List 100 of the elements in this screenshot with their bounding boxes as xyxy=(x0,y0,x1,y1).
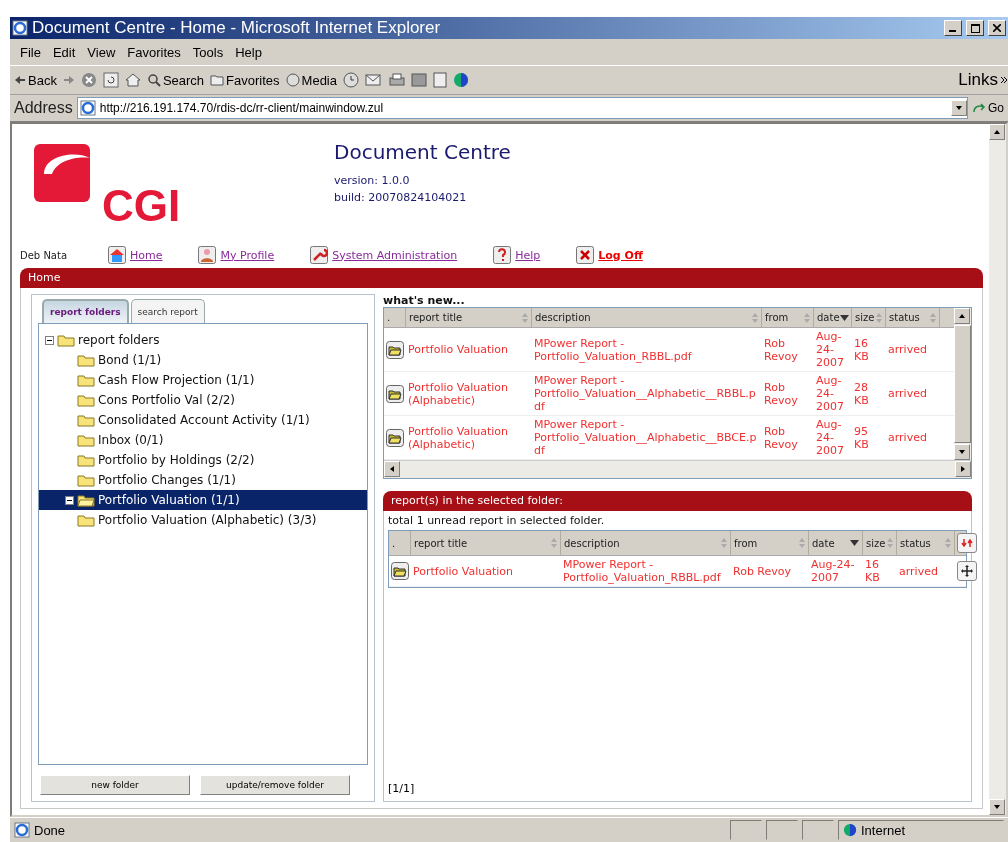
nav-link[interactable]: My Profile xyxy=(198,246,275,264)
column-header[interactable]: description xyxy=(561,531,731,555)
tree-item[interactable]: Cons Portfolio Val (2/2) xyxy=(98,393,236,407)
address-field[interactable]: http://216.191.174.70/rdis-dc/rr-client/mainwindow.zul xyxy=(76,97,968,119)
favorites-button[interactable]: Favorites xyxy=(210,72,280,88)
open-folder-icon[interactable] xyxy=(391,562,409,580)
scroll-up-icon[interactable] xyxy=(958,312,966,320)
open-folder-icon[interactable] xyxy=(386,428,404,447)
table-cell-text: Portfolio Valuation xyxy=(412,563,514,580)
stop-icon[interactable] xyxy=(80,72,97,88)
menu-item[interactable]: View xyxy=(81,44,122,60)
tree-item[interactable]: report folders xyxy=(78,333,160,347)
folder-icon xyxy=(77,353,95,367)
tab[interactable]: report folders xyxy=(42,299,129,323)
menu-item[interactable]: Tools xyxy=(186,44,230,60)
globe-icon[interactable] xyxy=(453,72,469,88)
table-cell-text: MPower Report - Portfolio_Valuation_RBBL.pdf xyxy=(533,335,693,365)
back-arrow-icon xyxy=(14,75,26,85)
sort-descending-icon[interactable] xyxy=(850,540,859,546)
tree-item[interactable]: Cash Flow Projection (1/1) xyxy=(98,373,255,387)
nav-link[interactable]: System Administration xyxy=(310,246,458,264)
menu-item[interactable]: Edit xyxy=(46,44,82,60)
column-header[interactable]: report title xyxy=(406,308,532,327)
move-button[interactable] xyxy=(957,561,977,581)
maximize-button[interactable] xyxy=(966,20,984,36)
vertical-scrollbar[interactable] xyxy=(954,308,971,460)
table-cell-text: MPower Report - Portfolio_Valuation__Alphabetic__BBCE.pdf xyxy=(533,417,758,459)
table-cell-text: arrived xyxy=(887,342,928,358)
tree-item[interactable]: Bond (1/1) xyxy=(98,353,162,367)
column-header[interactable]: date xyxy=(809,531,863,555)
folder-button[interactable]: update/remove folder xyxy=(200,775,350,795)
minimize-button[interactable] xyxy=(944,20,962,36)
column-header[interactable]: status xyxy=(897,531,955,555)
column-header[interactable]: size xyxy=(852,308,886,327)
tree-item[interactable]: Portfolio Valuation (Alphabetic) (3/3) xyxy=(98,513,317,527)
table-cell-text: arrived xyxy=(887,386,928,402)
history-icon[interactable] xyxy=(343,72,359,88)
folder-icon xyxy=(77,413,95,427)
column-header[interactable]: description xyxy=(532,308,762,327)
scroll-down-icon[interactable] xyxy=(958,448,966,456)
menu-item[interactable]: Favorites xyxy=(121,44,187,60)
printer-icon[interactable] xyxy=(389,72,405,88)
column-header[interactable]: status xyxy=(886,308,940,327)
folder-icon xyxy=(77,393,95,407)
table-cell-text: Rob Revoy xyxy=(763,335,799,365)
document-icon[interactable] xyxy=(433,72,447,88)
search-button[interactable]: Search xyxy=(146,72,205,88)
maximize-icon xyxy=(970,23,980,33)
close-icon[interactable] xyxy=(576,246,595,264)
table-cell-text: Rob Revoy xyxy=(732,563,793,580)
refresh-icon[interactable] xyxy=(102,72,119,88)
mail-icon[interactable] xyxy=(365,72,383,88)
tree-item[interactable]: Portfolio by Holdings (2/2) xyxy=(98,453,255,467)
folder-button[interactable]: new folder xyxy=(40,775,190,795)
tree-item[interactable]: Consolidated Account Activity (1/1) xyxy=(98,413,310,427)
dropdown-icon[interactable] xyxy=(955,104,963,112)
nav-link[interactable]: Log Off xyxy=(576,246,643,264)
window-title: Document Centre - Home - Microsoft Internet Explorer xyxy=(32,18,442,38)
scroll-left-icon[interactable] xyxy=(388,465,396,473)
column-header[interactable]: . xyxy=(389,531,411,555)
folder-icon xyxy=(57,333,75,347)
menu-item[interactable]: Help xyxy=(229,44,268,60)
table-cell-text: 95 KB xyxy=(853,423,870,453)
person-icon[interactable] xyxy=(198,246,217,264)
question-mark-icon[interactable] xyxy=(493,246,512,264)
open-folder-icon[interactable] xyxy=(386,340,404,359)
sort-descending-icon[interactable] xyxy=(839,314,849,321)
tree-item[interactable]: Portfolio Changes (1/1) xyxy=(98,473,236,487)
house-icon[interactable] xyxy=(124,72,141,88)
move-icon xyxy=(961,565,973,577)
links-button[interactable]: Links xyxy=(958,70,1008,90)
refresh-button[interactable] xyxy=(957,533,977,553)
scroll-up-icon[interactable] xyxy=(993,128,1001,136)
section-title: what's new... xyxy=(383,294,466,307)
tree-item[interactable]: Inbox (0/1) xyxy=(98,433,164,447)
open-folder-icon[interactable] xyxy=(386,384,404,403)
menu-item[interactable]: File xyxy=(14,44,47,60)
collapse-toggle[interactable] xyxy=(65,495,74,505)
scroll-down-icon[interactable] xyxy=(993,803,1001,811)
column-header[interactable]: from xyxy=(762,308,814,327)
wrench-icon[interactable] xyxy=(310,246,329,264)
back-button[interactable]: Back xyxy=(14,72,57,88)
nav-link[interactable]: Home xyxy=(108,246,163,264)
go-button[interactable]: Go xyxy=(972,101,1004,115)
column-header[interactable]: . xyxy=(384,308,406,327)
house-icon[interactable] xyxy=(108,246,126,264)
column-header[interactable]: from xyxy=(731,531,809,555)
close-button[interactable] xyxy=(988,20,1006,36)
media-button[interactable]: Media xyxy=(285,72,337,88)
scroll-right-icon[interactable] xyxy=(959,465,967,473)
collapse-toggle[interactable] xyxy=(45,335,54,345)
search-icon xyxy=(146,73,161,87)
folder-icon xyxy=(77,513,95,527)
horizontal-scrollbar[interactable] xyxy=(384,460,971,478)
column-header[interactable]: date xyxy=(814,308,852,327)
page-scrollbar[interactable] xyxy=(989,124,1006,815)
column-header[interactable]: report title xyxy=(411,531,561,555)
nav-link[interactable]: Help xyxy=(493,246,541,264)
tab[interactable]: search report xyxy=(130,299,205,323)
column-header[interactable]: size xyxy=(863,531,897,555)
